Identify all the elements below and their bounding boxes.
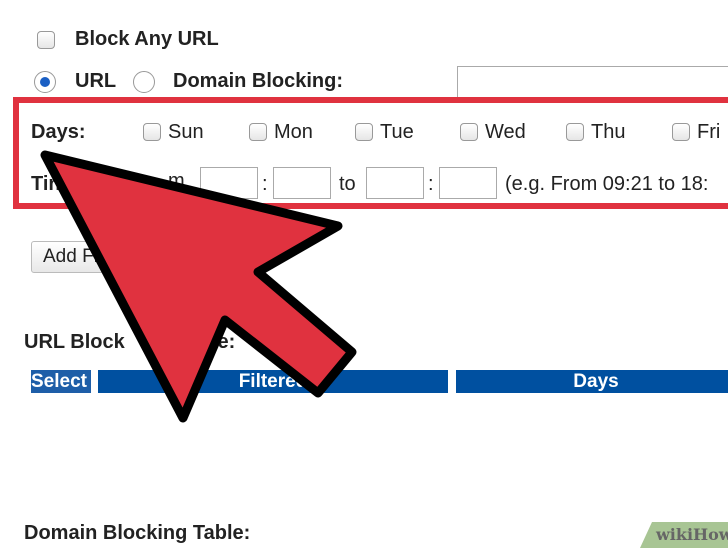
red-arrow-icon bbox=[40, 150, 357, 423]
watermark-text: wikiHow bbox=[656, 525, 728, 544]
wikihow-watermark: wikiHow bbox=[640, 522, 728, 548]
arrow-shape bbox=[40, 150, 357, 423]
